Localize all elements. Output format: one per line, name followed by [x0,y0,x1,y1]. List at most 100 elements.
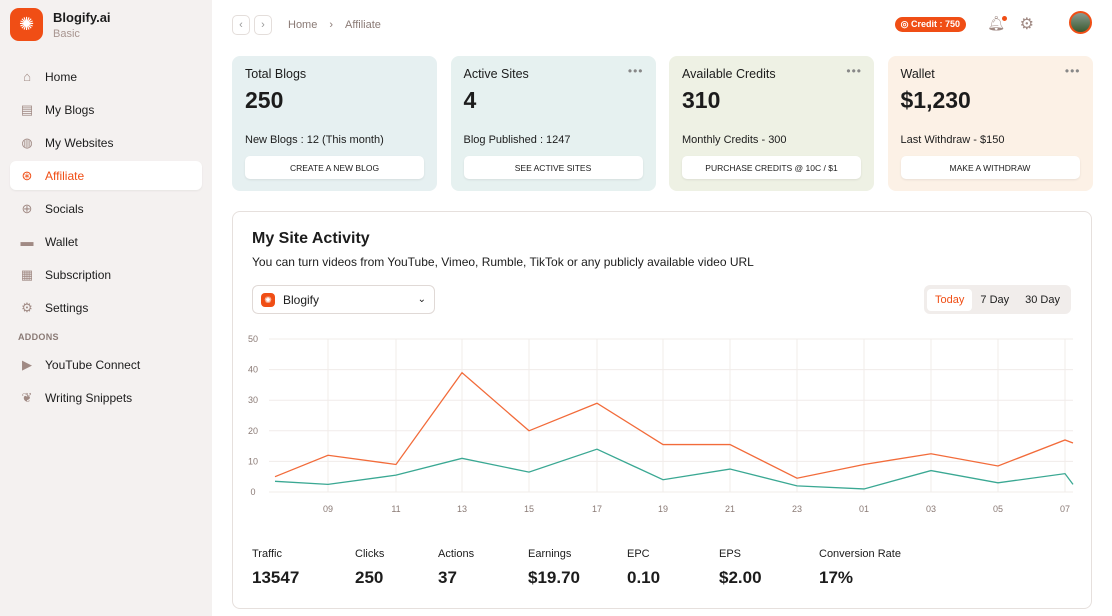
sidebar-item-subscription[interactable]: ▦ Subscription [10,260,202,289]
addon-item-youtube-connect[interactable]: ▶ YouTube Connect [10,350,202,379]
card-value: 4 [463,87,477,113]
more-icon[interactable]: ••• [1065,64,1081,78]
stat-actions: Actions 37 [438,548,474,588]
stat-label: EPC [627,548,650,560]
sidebar-item-label: Home [45,69,78,84]
sidebar-item-label: Wallet [45,234,78,249]
addon-item-writing-snippets[interactable]: ❦ Writing Snippets [10,383,202,412]
x-tick-label: 03 [926,504,936,514]
stat-epc: EPC 0.10 [627,548,660,588]
card-title: Total Blogs [245,67,307,81]
logo-icon: ✺ [10,8,43,41]
gear-icon[interactable]: ⚙ [1020,14,1034,34]
sidebar-item-my-websites[interactable]: ◍ My Websites [10,128,202,157]
stat-conversion-rate: Conversion Rate 17% [819,548,901,588]
addons-heading: ADDONS [18,332,59,342]
x-tick-label: 07 [1060,504,1070,514]
more-icon[interactable]: ••• [628,64,644,78]
y-tick-label: 0 [250,487,255,497]
back-button[interactable]: ‹ [232,15,250,35]
sidebar-item-home[interactable]: ⌂ Home [10,62,202,91]
avatar[interactable] [1069,11,1092,34]
addon-item-label: Writing Snippets [45,390,133,405]
card-button[interactable]: CREATE A NEW BLOG [245,156,424,179]
stat-value: 37 [438,568,457,587]
bell-icon[interactable]: 🔔︎ [987,15,1007,32]
y-tick-label: 10 [248,456,258,466]
blog-icon: ▤ [20,101,34,117]
x-tick-label: 13 [457,504,467,514]
card-subtext: Blog Published : 1247 [463,134,571,146]
stat-label: EPS [719,548,742,560]
y-tick-label: 40 [248,365,258,375]
card-subtext: New Blogs : 12 (This month) [245,134,384,146]
credit-badge[interactable]: ◎ Credit : 750 [894,17,966,32]
sidebar-item-affiliate[interactable]: ⊛ Affiliate [10,161,202,190]
sidebar-item-label: My Websites [45,135,114,150]
addon-item-label: YouTube Connect [45,357,141,372]
stat-traffic: Traffic 13547 [252,548,299,588]
card-value: 250 [245,87,284,113]
y-tick-label: 20 [248,426,258,436]
feather-icon: ❦ [21,389,33,405]
stat-label: Earnings [528,548,572,560]
affiliate-icon: ⊛ [21,167,33,183]
x-tick-label: 09 [323,504,333,514]
x-tick-label: 23 [792,504,802,514]
card-title: Wallet [900,67,935,81]
x-tick-label: 17 [592,504,602,514]
x-tick-label: 01 [859,504,869,514]
sidebar-item-label: Settings [45,300,89,315]
sidebar: ✺ Blogify.ai Basic ⌂ Home ▤ My Blogs ◍ My Web… [0,0,212,616]
wallet-icon: ▬ [20,234,34,249]
sidebar-item-settings[interactable]: ⚙ Settings [10,293,202,322]
sidebar-item-label: Socials [45,201,84,216]
sidebar-item-label: My Blogs [45,102,95,117]
more-icon[interactable]: ••• [846,64,862,78]
socials-icon: ⊕ [21,200,33,216]
breadcrumb-separator: › [329,19,334,31]
card-title: Available Credits [682,67,776,81]
site-activity-panel: My Site Activity You can turn videos fro… [232,211,1092,609]
notification-dot [1002,16,1007,21]
subscription-icon: ▦ [20,266,34,282]
home-icon: ⌂ [23,69,31,84]
stat-label: Clicks [355,548,385,560]
breadcrumb-affiliate: Affiliate [345,19,381,31]
card-title: Active Sites [463,67,529,81]
sidebar-item-socials[interactable]: ⊕ Socials [10,194,202,223]
card-total-blogs: Total Blogs 250 New Blogs : 12 (This month… [232,56,437,191]
stat-eps: EPS $2.00 [719,548,762,588]
breadcrumb-home[interactable]: Home [288,19,317,31]
stat-label: Conversion Rate [819,548,901,560]
card-button[interactable]: SEE ACTIVE SITES [463,156,643,179]
card-value: $1,230 [900,87,971,113]
x-tick-label: 05 [993,504,1003,514]
app-name: Blogify.ai [53,10,111,25]
top-bar: ‹ › Home › Affiliate ◎ Credit : 750 🔔︎ ⚙ [232,11,1092,36]
gear-icon: ⚙ [21,299,33,315]
stat-clicks: Clicks 250 [355,548,384,588]
card-button[interactable]: PURCHASE CREDITS @ 10C / $1 [682,156,861,179]
stat-value: $19.70 [528,568,580,587]
stat-value: 17% [819,568,854,587]
sidebar-item-label: Subscription [45,267,112,282]
sidebar-item-wallet[interactable]: ▬ Wallet [10,227,202,256]
card-subtext: Monthly Credits - 300 [682,134,787,146]
x-tick-label: 11 [391,504,400,514]
youtube-icon: ▶ [22,356,32,372]
y-tick-label: 50 [248,334,258,344]
sidebar-item-my-blogs[interactable]: ▤ My Blogs [10,95,202,124]
series-line-1 [274,371,1074,479]
activity-chart: 0 10 20 30 40 50 09 11 13 15 17 19 21 23 01 03 05 07 [248,334,1074,514]
forward-button[interactable]: › [254,15,272,35]
x-tick-label: 15 [524,504,534,514]
card-active-sites: Active Sites ••• 4 Blog Published : 1247 SEE… [450,56,656,191]
stat-earnings: Earnings $19.70 [528,548,580,588]
stat-value: 13547 [252,568,300,587]
card-button[interactable]: MAKE A WITHDRAW [900,156,1080,179]
stat-label: Traffic [252,548,282,560]
y-tick-label: 30 [248,395,258,405]
plan-label: Basic [53,28,80,40]
card-value: 310 [682,87,721,113]
